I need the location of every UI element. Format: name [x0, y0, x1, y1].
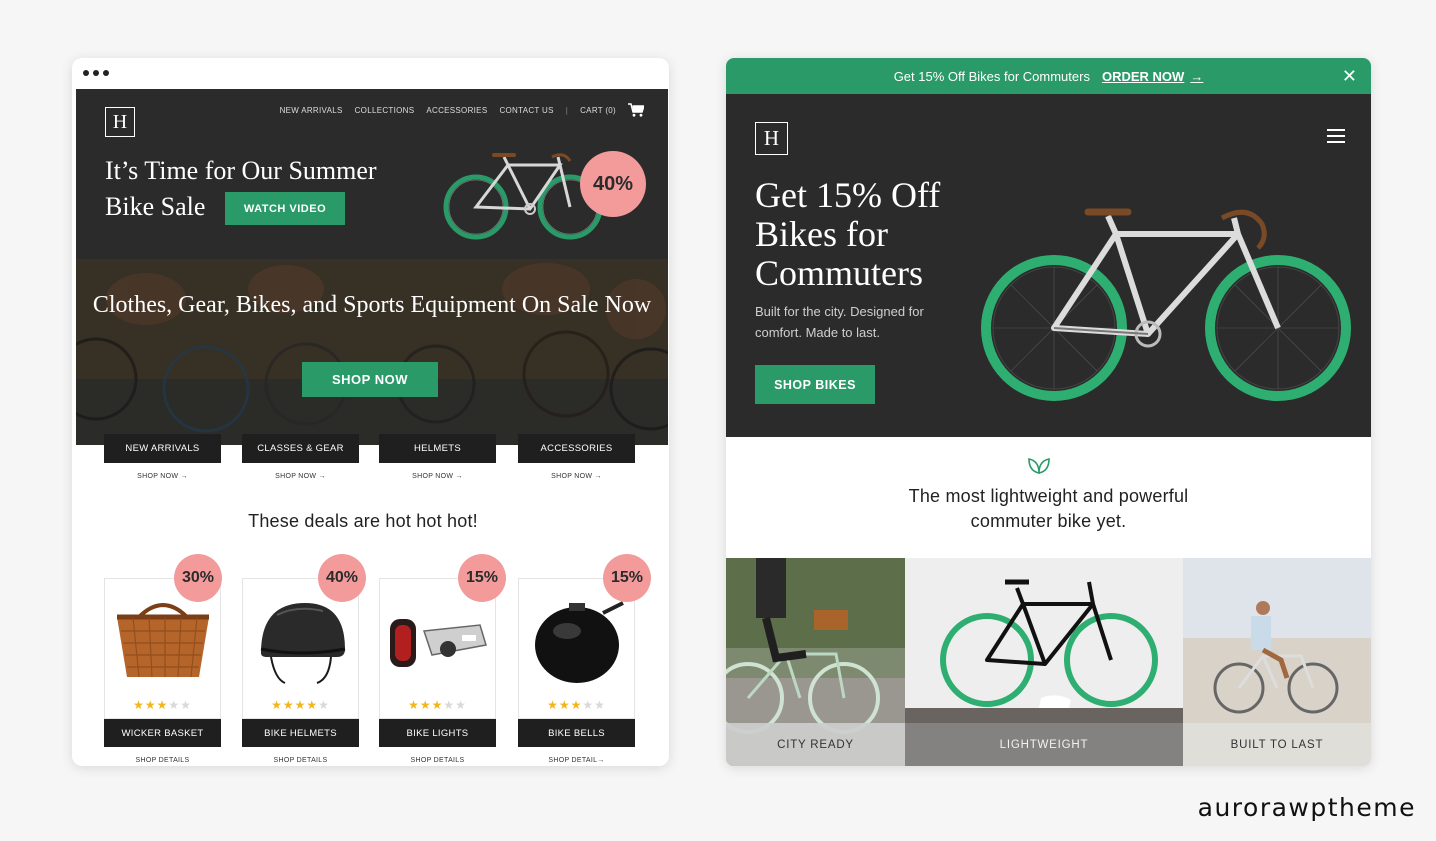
product-card-wicker-basket[interactable]: ★★★★★ WICKER BASKET SHOP DETAILS — [104, 578, 221, 764]
rating-stars: ★★★★★ — [271, 698, 330, 712]
nav-separator: | — [565, 105, 569, 115]
bike-bell-image — [535, 601, 624, 683]
commuter-hero: H Get 15% Off Bikes for Commuters Built … — [726, 94, 1371, 437]
product-name-button[interactable]: BIKE LIGHTS — [379, 719, 496, 747]
deals-heading: These deals are hot hot hot! — [248, 511, 478, 531]
sale-banner: Clothes, Gear, Bikes, and Sports Equipme… — [76, 259, 668, 445]
product-name-button[interactable]: WICKER BASKET — [104, 719, 221, 747]
rating-stars: ★★★★★ — [547, 698, 606, 712]
cart-icon[interactable] — [628, 103, 644, 117]
product-discount-badge: 15% — [603, 554, 651, 602]
tile-label: LIGHTWEIGHT — [905, 723, 1183, 766]
site-logo[interactable]: H — [105, 107, 135, 137]
watch-video-button[interactable]: WATCH VIDEO — [225, 192, 345, 225]
bike-helmet-image — [260, 603, 346, 684]
hero-title: Get 15% Off Bikes for Commuters — [755, 175, 941, 293]
category-helmets[interactable]: HELMETS SHOP NOW → — [379, 434, 496, 480]
leaf-icon — [1028, 458, 1050, 474]
product-details-link[interactable]: SHOP DETAIL→ — [518, 757, 635, 764]
category-button[interactable]: NEW ARRIVALS — [104, 434, 221, 463]
category-shop-link[interactable]: SHOP NOW → — [518, 473, 635, 480]
watermark-text: aurorawptheme — [1197, 793, 1416, 822]
rating-stars: ★★★★★ — [408, 698, 467, 712]
product-discount-badge: 30% — [174, 554, 222, 602]
product-name-button[interactable]: BIKE HELMETS — [242, 719, 359, 747]
nav-collections[interactable]: COLLECTIONS — [355, 106, 415, 115]
hero-discount-badge: 40% — [580, 151, 646, 217]
nav-contact-us[interactable]: CONTACT US — [499, 106, 553, 115]
product-details-link[interactable]: SHOP DETAILS — [242, 757, 359, 764]
order-now-label[interactable]: ORDER NOW — [1102, 69, 1184, 84]
cyclists-photo — [76, 259, 668, 445]
menu-icon[interactable] — [1327, 129, 1345, 143]
order-now-link[interactable]: ORDER NOW → — [1102, 69, 1203, 84]
tile-built-to-last[interactable]: BUILT TO LAST — [1183, 558, 1371, 766]
category-button[interactable]: HELMETS — [379, 434, 496, 463]
nav-accessories[interactable]: ACCESSORIES — [426, 106, 487, 115]
wicker-basket-image — [117, 603, 209, 678]
close-icon[interactable]: ✕ — [1342, 67, 1357, 85]
banner-title: Clothes, Gear, Bikes, and Sports Equipme… — [92, 292, 652, 318]
desktop-hero: H NEW ARRIVALS COLLECTIONS ACCESSORIES C… — [76, 89, 668, 259]
hero-bike-image — [981, 208, 1351, 401]
category-shop-link[interactable]: SHOP NOW → — [242, 473, 359, 480]
arrow-right-icon: → — [1190, 68, 1204, 84]
hero-bike-image — [443, 153, 602, 240]
site-logo[interactable]: H — [755, 122, 788, 155]
bike-lights-image — [390, 619, 487, 667]
tile-label: BUILT TO LAST — [1183, 723, 1371, 766]
product-name-button[interactable]: BIKE BELLS — [518, 719, 635, 747]
product-details-link[interactable]: SHOP DETAILS — [379, 757, 496, 764]
shop-now-button[interactable]: SHOP NOW — [302, 362, 438, 397]
category-new-arrivals[interactable]: NEW ARRIVALS SHOP NOW → — [104, 434, 221, 480]
tagline: The most lightweight and powerful commut… — [908, 486, 1189, 531]
product-card-bike-lights[interactable]: ★★★★★ BIKE LIGHTS SHOP DETAILS — [379, 578, 496, 764]
category-shop-link[interactable]: SHOP NOW → — [104, 473, 221, 480]
rating-stars: ★★★★★ — [133, 698, 192, 712]
category-accessories[interactable]: ACCESSORIES SHOP NOW → — [518, 434, 635, 480]
tile-label: CITY READY — [726, 723, 905, 766]
category-button[interactable]: CLASSES & GEAR — [242, 434, 359, 463]
nav-new-arrivals[interactable]: NEW ARRIVALS — [280, 106, 343, 115]
category-classes-gear[interactable]: CLASSES & GEAR SHOP NOW → — [242, 434, 359, 480]
window-dots — [83, 70, 109, 76]
mobile-preview-card: Get 15% Off Bikes for Commuters ORDER NO… — [726, 58, 1371, 766]
desktop-preview-card: H NEW ARRIVALS COLLECTIONS ACCESSORIES C… — [72, 58, 669, 766]
product-discount-badge: 15% — [458, 554, 506, 602]
nav-cart[interactable]: CART (0) — [580, 106, 616, 115]
shop-bikes-button[interactable]: SHOP BIKES — [755, 365, 875, 404]
product-details-link[interactable]: SHOP DETAILS — [104, 757, 221, 764]
category-button[interactable]: ACCESSORIES — [518, 434, 635, 463]
tile-lightweight[interactable]: LIGHTWEIGHT — [905, 558, 1183, 766]
promo-text: Get 15% Off Bikes for Commuters — [893, 68, 1090, 84]
category-shop-link[interactable]: SHOP NOW → — [379, 473, 496, 480]
product-discount-badge: 40% — [318, 554, 366, 602]
hero-subtitle: Built for the city. Designed for comfort… — [755, 304, 924, 340]
main-nav: NEW ARRIVALS COLLECTIONS ACCESSORIES CON… — [280, 103, 644, 117]
product-card-bike-bells[interactable]: ★★★★★ BIKE BELLS SHOP DETAIL→ — [518, 578, 635, 764]
product-card-bike-helmets[interactable]: ★★★★★ BIKE HELMETS SHOP DETAILS — [242, 578, 359, 764]
tile-city-ready[interactable]: CITY READY — [726, 558, 905, 766]
promo-bar: Get 15% Off Bikes for Commuters ORDER NO… — [726, 58, 1371, 94]
